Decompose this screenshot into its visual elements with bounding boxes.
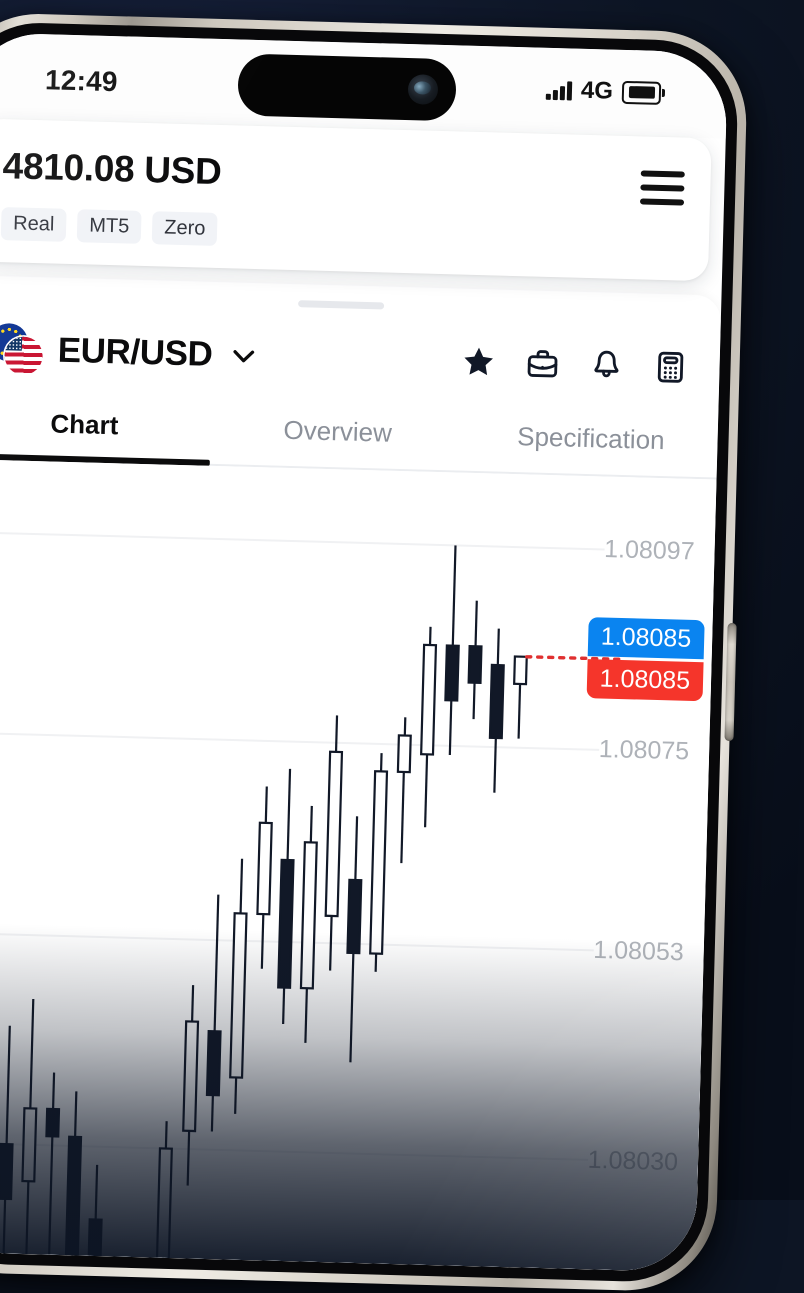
hamburger-menu-icon[interactable] xyxy=(639,170,685,206)
symbol-sheet: EUR/USD Chart Overview Specification 1.0… xyxy=(0,275,722,1273)
signal-bars-icon xyxy=(546,80,573,101)
tab-overview[interactable]: Overview xyxy=(210,413,465,473)
tab-specification[interactable]: Specification xyxy=(463,420,718,480)
battery-full-icon xyxy=(621,80,662,105)
dynamic-island xyxy=(237,53,457,122)
network-type-label: 4G xyxy=(580,76,614,105)
price-chart[interactable]: 1.08097 1.08075 1.08053 1.08030 1.08085 1.0… xyxy=(0,458,717,1273)
ask-price-badge[interactable]: 1.08085 xyxy=(586,659,704,702)
account-card[interactable]: 4810.08 USD Real MT5 Zero xyxy=(0,118,712,282)
account-chip-platform[interactable]: MT5 xyxy=(76,209,142,244)
status-indicators: 4G xyxy=(546,76,662,107)
account-chip-plan[interactable]: Zero xyxy=(151,211,218,246)
bid-price-badge[interactable]: 1.08085 xyxy=(587,617,705,660)
front-camera-icon xyxy=(407,74,439,105)
status-time: 12:49 xyxy=(44,64,119,98)
account-balance: 4810.08 USD xyxy=(2,145,223,193)
account-chip-row: Real MT5 Zero xyxy=(0,207,686,258)
phone-device: 12:49 4G 4810.08 USD Real MT5 Zero EUR/U… xyxy=(0,11,749,1293)
chevron-down-icon[interactable] xyxy=(228,340,259,371)
briefcase-icon[interactable] xyxy=(523,344,562,383)
price-axis-label: 1.08053 xyxy=(593,935,685,967)
bell-icon[interactable] xyxy=(587,346,626,385)
star-icon[interactable] xyxy=(459,343,498,382)
calculator-icon[interactable] xyxy=(651,348,690,387)
phone-screen: 12:49 4G 4810.08 USD Real MT5 Zero EUR/U… xyxy=(0,32,729,1273)
currency-pair-flags xyxy=(0,322,44,376)
price-axis-label: 1.08030 xyxy=(587,1145,679,1176)
account-chip-type[interactable]: Real xyxy=(0,207,67,242)
price-axis-label: 1.08075 xyxy=(598,735,690,766)
us-flag-icon xyxy=(4,336,44,376)
price-axis-label: 1.08097 xyxy=(603,534,695,566)
symbol-action-icons xyxy=(459,343,690,387)
symbol-name[interactable]: EUR/USD xyxy=(57,331,213,375)
